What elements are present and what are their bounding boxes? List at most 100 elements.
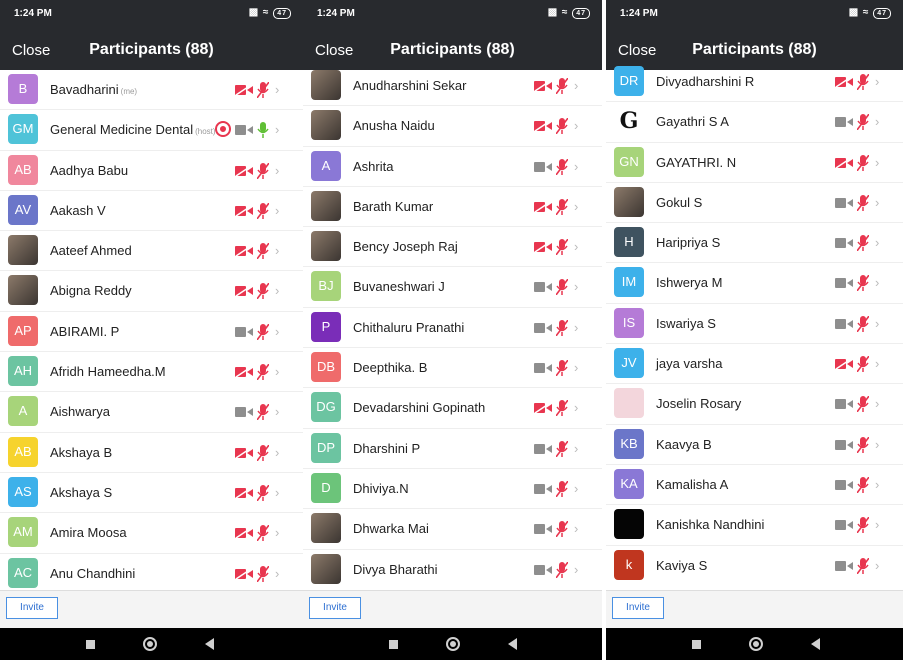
chevron-right-icon[interactable]: › — [875, 235, 879, 251]
home-icon[interactable] — [143, 637, 157, 651]
chevron-right-icon[interactable]: › — [574, 320, 578, 336]
participant-row[interactable]: Barath Kumar › — [303, 187, 602, 228]
home-icon[interactable] — [446, 637, 460, 651]
chevron-right-icon[interactable]: › — [574, 441, 578, 457]
participant-row[interactable]: BJ Buvaneshwari J › — [303, 267, 602, 308]
chevron-right-icon[interactable]: › — [275, 566, 279, 582]
chevron-right-icon[interactable]: › — [875, 114, 879, 130]
invite-button[interactable]: Invite — [612, 597, 664, 619]
participant-row[interactable]: B Bavadharini (me) › — [0, 70, 303, 111]
participant-row[interactable]: Anudharshini Sekar › — [303, 66, 602, 107]
participant-row[interactable]: AV Aakash V › — [0, 191, 303, 232]
back-icon[interactable] — [205, 638, 214, 650]
chevron-right-icon[interactable]: › — [875, 316, 879, 332]
participant-row[interactable]: AB Akshaya B › — [0, 433, 303, 473]
participant-row[interactable]: AP ABIRAMI. P › — [0, 312, 303, 353]
participant-row[interactable]: KB Kaavya B › — [606, 425, 903, 465]
participant-row[interactable]: GN GAYATHRI. N › — [606, 143, 903, 183]
chevron-right-icon[interactable]: › — [875, 558, 879, 574]
participant-row[interactable]: A Ashrita › — [303, 147, 602, 187]
participant-row[interactable]: AB Aadhya Babu › — [0, 151, 303, 191]
chevron-right-icon[interactable]: › — [875, 396, 879, 412]
chevron-right-icon[interactable]: › — [574, 562, 578, 578]
participant-status-icons: › — [235, 82, 297, 98]
participant-name: Kaviya S — [656, 557, 708, 573]
avatar-initials: DR — [619, 73, 639, 88]
home-icon[interactable] — [749, 637, 763, 651]
participant-list[interactable]: DR Divyadharshini R › G Gayathri S A › GN GAYAT… — [606, 62, 903, 582]
participant-row[interactable]: Dhwarka Mai › — [303, 509, 602, 550]
participant-row[interactable]: AM Amira Moosa › — [0, 513, 303, 554]
participant-row[interactable]: AH Afridh Hameedha.M › — [0, 352, 303, 393]
chevron-right-icon[interactable]: › — [275, 364, 279, 380]
chevron-right-icon[interactable]: › — [275, 122, 279, 138]
back-icon[interactable] — [508, 638, 517, 650]
chevron-right-icon[interactable]: › — [875, 155, 879, 171]
chevron-right-icon[interactable]: › — [574, 118, 578, 134]
participant-row[interactable]: G Gayathri S A › — [606, 102, 903, 143]
participant-row[interactable]: Gokul S › — [606, 183, 903, 224]
chevron-right-icon[interactable]: › — [275, 445, 279, 461]
chevron-right-icon[interactable]: › — [875, 275, 879, 291]
participant-row[interactable]: DG Devadarshini Gopinath › — [303, 388, 602, 429]
chevron-right-icon[interactable]: › — [875, 477, 879, 493]
chevron-right-icon[interactable]: › — [574, 279, 578, 295]
chevron-right-icon[interactable]: › — [275, 324, 279, 340]
chevron-right-icon[interactable]: › — [275, 203, 279, 219]
chevron-right-icon[interactable]: › — [875, 517, 879, 533]
participant-row[interactable]: GM General Medicine Dental (host) › — [0, 110, 303, 151]
chevron-right-icon[interactable]: › — [574, 400, 578, 416]
participant-row[interactable]: AC Anu Chandhini › — [0, 554, 303, 590]
participant-row[interactable]: Aateef Ahmed › — [0, 231, 303, 272]
avatar: AB — [8, 436, 38, 467]
participant-row[interactable]: Divya Bharathi › — [303, 550, 602, 586]
participant-row[interactable]: Kanishka Nandhini › — [606, 505, 903, 546]
chevron-right-icon[interactable]: › — [574, 521, 578, 537]
chevron-right-icon[interactable]: › — [574, 78, 578, 94]
participant-row[interactable]: JV jaya varsha › — [606, 344, 903, 385]
avatar-initials: k — [625, 556, 633, 572]
participant-row[interactable]: A Aishwarya › — [0, 392, 303, 433]
chevron-right-icon[interactable]: › — [574, 481, 578, 497]
chevron-right-icon[interactable]: › — [574, 159, 578, 175]
participant-row[interactable]: P Chithaluru Pranathi › — [303, 308, 602, 349]
chevron-right-icon[interactable]: › — [275, 485, 279, 501]
recents-icon[interactable] — [389, 640, 398, 649]
participant-row[interactable]: DB Deepthika. B › — [303, 348, 602, 389]
participant-status-icons: › — [534, 440, 596, 457]
participant-row[interactable]: Abigna Reddy › — [0, 271, 303, 312]
participant-row[interactable]: Anusha Naidu › — [303, 106, 602, 147]
chevron-right-icon[interactable]: › — [875, 74, 879, 90]
participant-row[interactable]: IM Ishwerya M › — [606, 263, 903, 304]
chevron-right-icon[interactable]: › — [275, 163, 279, 179]
participant-row[interactable]: DR Divyadharshini R › — [606, 62, 903, 103]
chevron-right-icon[interactable]: › — [875, 437, 879, 453]
recents-icon[interactable] — [86, 640, 95, 649]
chevron-right-icon[interactable]: › — [275, 283, 279, 299]
chevron-right-icon[interactable]: › — [574, 199, 578, 215]
invite-button[interactable]: Invite — [309, 597, 361, 619]
chevron-right-icon[interactable]: › — [574, 360, 578, 376]
participant-list[interactable]: Anudharshini Sekar › Anusha Naidu › A Ashrita… — [303, 66, 602, 586]
recents-icon[interactable] — [692, 640, 701, 649]
chevron-right-icon[interactable]: › — [275, 525, 279, 541]
battery-icon: 47 — [873, 8, 891, 19]
participant-row[interactable]: D Dhiviya.N › — [303, 469, 602, 510]
chevron-right-icon[interactable]: › — [875, 356, 879, 372]
participant-list[interactable]: B Bavadharini (me) › GM General Medicine Dent… — [0, 70, 303, 590]
participant-row[interactable]: IS Iswariya S › — [606, 304, 903, 345]
participant-row[interactable]: Bency Joseph Raj › — [303, 227, 602, 268]
participant-row[interactable]: Joselin Rosary › — [606, 384, 903, 425]
participant-row[interactable]: H Haripriya S › — [606, 223, 903, 264]
chevron-right-icon[interactable]: › — [574, 239, 578, 255]
chevron-right-icon[interactable]: › — [275, 82, 279, 98]
invite-button[interactable]: Invite — [6, 597, 58, 619]
back-icon[interactable] — [811, 638, 820, 650]
chevron-right-icon[interactable]: › — [275, 404, 279, 420]
participant-row[interactable]: k Kaviya S › — [606, 546, 903, 582]
chevron-right-icon[interactable]: › — [875, 195, 879, 211]
participant-row[interactable]: DP Dharshini P › — [303, 429, 602, 469]
chevron-right-icon[interactable]: › — [275, 243, 279, 259]
participant-row[interactable]: AS Akshaya S › — [0, 473, 303, 514]
participant-row[interactable]: KA Kamalisha A › — [606, 465, 903, 506]
